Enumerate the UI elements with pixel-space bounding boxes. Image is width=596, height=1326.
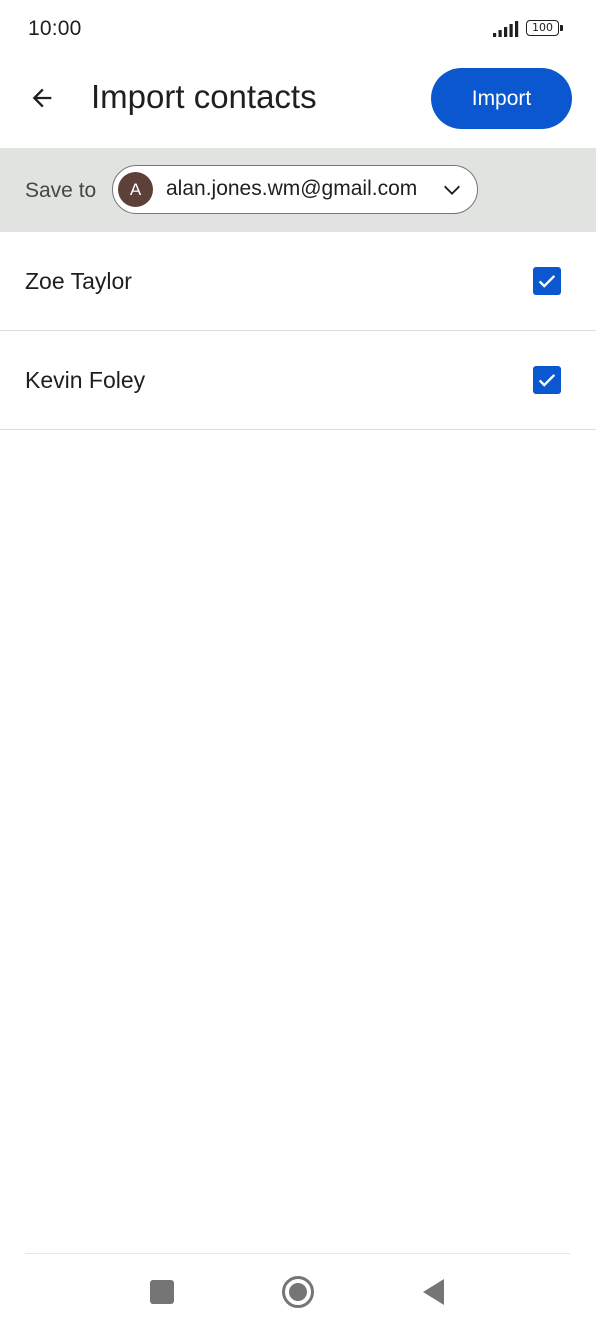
- account-selector[interactable]: A alan.jones.wm@gmail.com: [112, 165, 478, 214]
- home-button[interactable]: [278, 1272, 318, 1312]
- arrow-back-icon: [32, 88, 52, 108]
- battery-icon: 100: [526, 20, 566, 38]
- page-title: Import contacts: [91, 78, 317, 115]
- signal-icon: [493, 21, 519, 37]
- list-item[interactable]: Kevin Foley: [0, 331, 596, 430]
- battery-tip: [560, 25, 563, 31]
- import-button[interactable]: Import: [431, 68, 572, 129]
- circle-icon: [282, 1276, 314, 1308]
- account-email: alan.jones.wm@gmail.com: [166, 177, 418, 200]
- contact-name: Kevin Foley: [25, 367, 146, 393]
- checkbox-checked-icon: [538, 275, 556, 288]
- save-to-label: Save to: [25, 179, 97, 202]
- system-nav-bar: [0, 1254, 596, 1326]
- back-button[interactable]: [18, 74, 66, 122]
- app-bar: Import contacts Import: [0, 60, 596, 148]
- contact-name: Zoe Taylor: [25, 268, 132, 294]
- contact-checkbox[interactable]: [533, 267, 561, 295]
- status-time: 10:00: [28, 17, 82, 40]
- battery-level: 100: [526, 20, 559, 36]
- list-item[interactable]: Zoe Taylor: [0, 232, 596, 331]
- contact-checkbox[interactable]: [533, 366, 561, 394]
- checkbox-checked-icon: [538, 374, 556, 387]
- contact-list: Zoe Taylor Kevin Foley: [0, 232, 596, 430]
- avatar: A: [118, 172, 153, 207]
- triangle-back-icon: [423, 1279, 444, 1305]
- system-back-button[interactable]: [414, 1272, 454, 1312]
- status-bar: 10:00 100: [0, 0, 596, 60]
- recents-button[interactable]: [142, 1272, 182, 1312]
- save-to-bar: Save to A alan.jones.wm@gmail.com: [0, 148, 596, 232]
- chevron-down-icon: [444, 185, 460, 195]
- square-icon: [150, 1280, 174, 1304]
